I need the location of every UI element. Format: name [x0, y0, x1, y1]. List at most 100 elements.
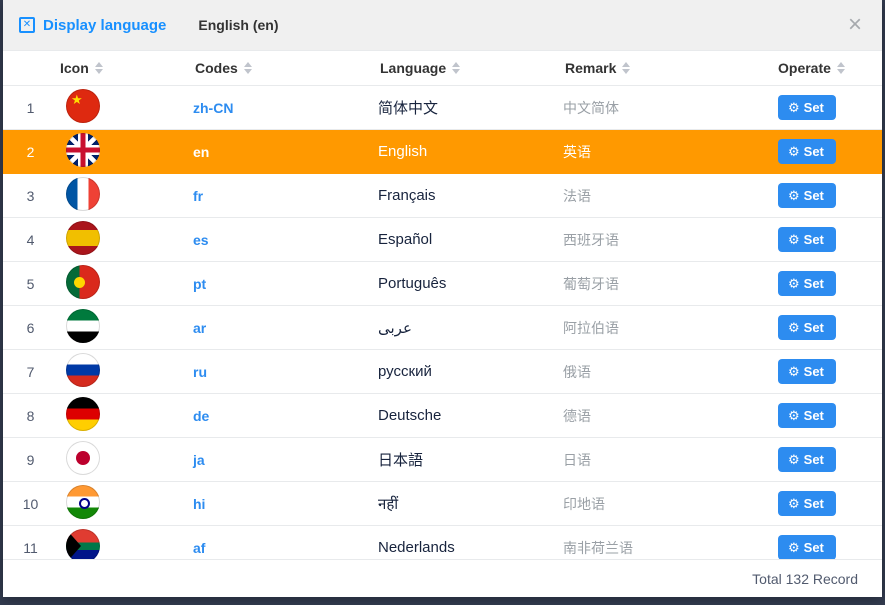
language-name: 日本語	[378, 449, 563, 470]
language-name: English	[378, 143, 563, 160]
column-label: Codes	[195, 60, 238, 76]
set-button-label: Set	[804, 540, 824, 556]
set-button[interactable]: ⚙Set	[778, 359, 836, 385]
table-row[interactable]: 10 hi नहीं 印地语 ⚙Set	[3, 482, 882, 526]
gear-icon: ⚙	[788, 452, 800, 468]
gear-icon: ⚙	[788, 540, 800, 556]
language-code: zh-CN	[193, 100, 378, 116]
language-remark: 南非荷兰语	[563, 538, 776, 558]
close-icon[interactable]: ×	[848, 13, 862, 37]
set-button-label: Set	[804, 100, 824, 116]
germany-flag-icon	[66, 397, 100, 431]
row-number: 9	[3, 452, 58, 468]
set-button-label: Set	[804, 408, 824, 424]
language-code: pt	[193, 276, 378, 292]
dialog-footer: Total 132 Record	[3, 559, 882, 597]
table-row[interactable]: 8 de Deutsche 德语 ⚙Set	[3, 394, 882, 438]
language-name: 简体中文	[378, 97, 563, 118]
language-name: Español	[378, 231, 563, 248]
spain-flag-icon	[66, 221, 100, 255]
table-row[interactable]: 6 ar عربى 阿拉伯语 ⚙Set	[3, 306, 882, 350]
uk-flag-icon	[66, 133, 100, 167]
row-number: 6	[3, 320, 58, 336]
france-flag-icon	[66, 177, 100, 211]
gear-icon: ⚙	[788, 496, 800, 512]
language-remark: 俄语	[563, 362, 776, 382]
row-number: 11	[3, 540, 58, 556]
table-row[interactable]: 5 pt Português 葡萄牙语 ⚙Set	[3, 262, 882, 306]
sort-icon[interactable]	[95, 62, 103, 74]
row-number: 10	[3, 496, 58, 512]
portugal-flag-icon	[66, 265, 100, 299]
sort-icon[interactable]	[244, 62, 252, 74]
set-button[interactable]: ⚙Set	[778, 227, 836, 253]
language-code: hi	[193, 496, 378, 512]
language-name: Português	[378, 275, 563, 292]
dialog-header: ✕ Display language English (en) ×	[3, 0, 882, 50]
set-button-label: Set	[804, 144, 824, 160]
set-button[interactable]: ⚙Set	[778, 95, 836, 121]
language-remark: 英语	[563, 142, 776, 162]
column-header-language[interactable]: Language	[378, 60, 563, 76]
column-header-remark[interactable]: Remark	[563, 60, 776, 76]
gear-icon: ⚙	[788, 364, 800, 380]
column-label: Operate	[778, 60, 831, 76]
language-remark: 阿拉伯语	[563, 318, 776, 338]
gear-icon: ⚙	[788, 100, 800, 116]
dialog-title: Display language	[43, 17, 166, 34]
language-name: Français	[378, 187, 563, 204]
row-number: 8	[3, 408, 58, 424]
column-label: Remark	[565, 60, 616, 76]
india-flag-icon	[66, 485, 100, 519]
sort-icon[interactable]	[837, 62, 845, 74]
gear-icon: ⚙	[788, 320, 800, 336]
row-number: 5	[3, 276, 58, 292]
set-button[interactable]: ⚙Set	[778, 491, 836, 517]
table-row[interactable]: 9 ja 日本語 日语 ⚙Set	[3, 438, 882, 482]
table-row[interactable]: 7 ru русский 俄语 ⚙Set	[3, 350, 882, 394]
set-button-label: Set	[804, 452, 824, 468]
row-number: 7	[3, 364, 58, 380]
sort-icon[interactable]	[622, 62, 630, 74]
column-label: Language	[380, 60, 446, 76]
set-button[interactable]: ⚙Set	[778, 139, 836, 165]
set-button[interactable]: ⚙Set	[778, 447, 836, 473]
set-button-label: Set	[804, 496, 824, 512]
row-number: 1	[3, 100, 58, 116]
gear-icon: ⚙	[788, 144, 800, 160]
table-row[interactable]: 11 af Nederlands 南非荷兰语 ⚙Set	[3, 526, 882, 559]
row-number: 4	[3, 232, 58, 248]
set-button[interactable]: ⚙Set	[778, 271, 836, 297]
sort-icon[interactable]	[452, 62, 460, 74]
table-row[interactable]: 1 zh-CN 简体中文 中文简体 ⚙Set	[3, 86, 882, 130]
set-button-label: Set	[804, 364, 824, 380]
language-remark: 法语	[563, 186, 776, 206]
language-name: عربى	[378, 319, 563, 337]
language-name: русский	[378, 363, 563, 380]
gear-icon: ⚙	[788, 276, 800, 292]
current-language-label: English (en)	[198, 17, 278, 33]
russia-flag-icon	[66, 353, 100, 387]
language-code: ru	[193, 364, 378, 380]
language-code: fr	[193, 188, 378, 204]
language-name: नहीं	[378, 494, 563, 514]
language-code: ar	[193, 320, 378, 336]
language-remark: 西班牙语	[563, 230, 776, 250]
japan-flag-icon	[66, 441, 100, 475]
table-row[interactable]: 4 es Español 西班牙语 ⚙Set	[3, 218, 882, 262]
column-header-codes[interactable]: Codes	[193, 60, 378, 76]
set-button[interactable]: ⚙Set	[778, 403, 836, 429]
set-button[interactable]: ⚙Set	[778, 183, 836, 209]
table-row[interactable]: 3 fr Français 法语 ⚙Set	[3, 174, 882, 218]
table-row[interactable]: 2 en English 英语 ⚙Set	[3, 130, 882, 174]
total-records-label: Total 132 Record	[752, 571, 858, 587]
language-remark: 中文简体	[563, 98, 776, 118]
set-button[interactable]: ⚙Set	[778, 535, 836, 559]
display-language-dialog: ✕ Display language English (en) × Icon C…	[3, 0, 882, 597]
gear-icon: ⚙	[788, 188, 800, 204]
column-header-icon[interactable]: Icon	[58, 60, 193, 76]
arabic-flag-icon	[66, 309, 100, 343]
set-button[interactable]: ⚙Set	[778, 315, 836, 341]
column-label: Icon	[60, 60, 89, 76]
column-header-operate[interactable]: Operate	[776, 60, 882, 76]
